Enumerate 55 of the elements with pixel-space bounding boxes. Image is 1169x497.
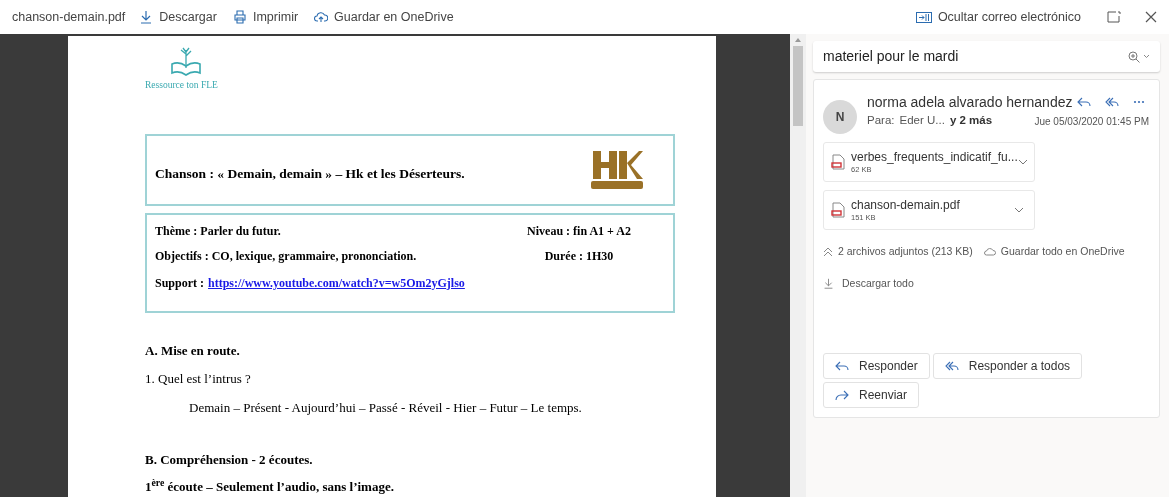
chevron-down-icon[interactable] [1143, 54, 1150, 59]
info-text: Support : [155, 275, 204, 292]
info-text: Thème : Parler du futur. [155, 222, 281, 240]
subject-text: materiel pour le mardi [823, 47, 959, 66]
book-tree-icon [170, 46, 202, 76]
more-icon[interactable] [1133, 100, 1145, 104]
more-recipients-link[interactable]: y 2 más [949, 112, 993, 130]
paragraph: Demain – Présent - Aujourd’hui – Passé - Réveil - Hier – Futur – Le temps. [188, 399, 583, 417]
cloud-icon [983, 247, 996, 256]
toolbar-button[interactable]: Imprimir [232, 7, 299, 27]
section-heading: B. Compréhension - 2 écoutes. [145, 451, 314, 469]
save-all-link[interactable]: Guardar todo en OneDrive [1000, 244, 1125, 260]
recipient-label: Para: [867, 113, 895, 129]
attachment-name: verbes_frequents_indicatif_fu... [851, 149, 1018, 165]
scroll-up-icon[interactable] [794, 36, 802, 44]
info-text: Objectifs : CO, lexique, grammaire, prononciation. [155, 247, 417, 265]
cloud-upload-icon [314, 10, 329, 24]
chevron-down-icon[interactable] [1014, 207, 1024, 213]
scrollbar-thumb[interactable] [793, 46, 803, 126]
attachment-name: chanson-demain.pdf [851, 197, 960, 213]
popout-icon[interactable] [1107, 11, 1121, 23]
paragraph: 1. Quel est l’intrus ? [145, 370, 252, 388]
date-text: Jue 05/03/2020 01:45 PM [1034, 114, 1149, 129]
pdf-file-icon [831, 202, 845, 218]
download-all-link[interactable]: Descargar todo [842, 275, 914, 292]
reply-arrow-icon[interactable] [1077, 95, 1091, 109]
attachment-summary: 2 archivos adjuntos (213 KB) [838, 244, 973, 259]
reply-button[interactable]: Reenviar [823, 381, 920, 408]
download-icon[interactable] [823, 278, 834, 290]
close-icon[interactable] [1145, 11, 1157, 23]
reply-button[interactable]: Responder [823, 352, 930, 379]
video-link[interactable]: https://www.youtube.com/watch?v=w5Om2yGjlso [208, 274, 465, 292]
reply-all-arrow-icon[interactable] [1105, 95, 1119, 109]
hide-mail-button[interactable]: Ocultar correo electrónico [915, 7, 1081, 27]
printer-icon [232, 10, 247, 24]
toolbar-button[interactable]: Guardar en OneDrive [314, 7, 454, 27]
section-heading: 1$^{ère}$ écoute – Seulement l’audio, sans l’image. [145, 476, 395, 496]
chevron-down-icon[interactable] [1017, 159, 1028, 165]
sender-name: norma adela alvarado hernandez [867, 92, 1073, 112]
info-text: Durée : 1H30 [543, 247, 615, 265]
file-name: chanson-demain.pdf [12, 8, 126, 26]
document-title: Chanson : « Demain, demain » – Hk et les Déserteurs. [155, 164, 465, 183]
download-icon [139, 10, 154, 24]
collapse-icon[interactable] [823, 246, 833, 257]
avatar: N [823, 100, 857, 134]
recipient-name: Eder U... [899, 113, 945, 129]
panel-icon [915, 11, 932, 23]
reply-button[interactable]: Responder a todos [932, 352, 1083, 379]
band-logo-icon [591, 149, 643, 191]
info-text: Niveau : fin A1 + A2 [527, 222, 631, 240]
zoom-icon[interactable] [1128, 50, 1140, 63]
section-heading: A. Mise en route. [145, 342, 241, 360]
toolbar-button[interactable]: Descargar [139, 7, 217, 27]
logo-caption: Ressource ton FLE [145, 79, 218, 92]
pdf-file-icon [831, 154, 845, 170]
